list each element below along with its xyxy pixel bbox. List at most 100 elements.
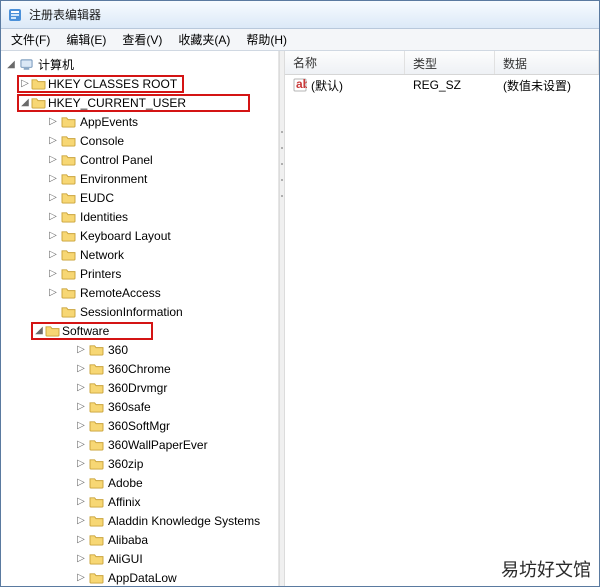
expand-icon[interactable]: ▷ (75, 363, 87, 375)
expand-icon[interactable]: ▷ (75, 553, 87, 565)
menu-view[interactable]: 查看(V) (116, 29, 168, 50)
tree-hkcr[interactable]: ▷ HKEY CLASSES ROOT (19, 74, 278, 93)
tree-item[interactable]: ▷Console (47, 131, 278, 150)
folder-icon (89, 343, 104, 356)
menu-help[interactable]: 帮助(H) (240, 29, 293, 50)
col-header-type[interactable]: 类型 (405, 51, 495, 74)
window-title: 注册表编辑器 (29, 6, 101, 23)
tree-label: AppDataLow (106, 571, 179, 585)
tree-hkcu[interactable]: ◢ HKEY_CURRENT_USER (19, 93, 278, 112)
collapse-icon[interactable]: ◢ (5, 59, 17, 71)
tree-label: 360 (106, 343, 130, 357)
tree-item[interactable]: ▷Keyboard Layout (47, 226, 278, 245)
tree-label: 360Drvmgr (106, 381, 169, 395)
expand-icon[interactable]: ▷ (75, 572, 87, 584)
tree-item[interactable]: ▷ Control Panel (47, 150, 278, 169)
expand-icon[interactable]: ▷ (47, 268, 59, 280)
menu-file[interactable]: 文件(F) (5, 29, 56, 50)
expand-icon[interactable]: ▷ (75, 401, 87, 413)
folder-icon (61, 115, 76, 128)
col-header-data[interactable]: 数据 (495, 51, 599, 74)
expand-icon[interactable]: ▷ (75, 515, 87, 527)
folder-icon (89, 362, 104, 375)
tree-label: AppEvents (78, 115, 140, 129)
expand-icon[interactable]: ▷ (47, 173, 59, 185)
tree-item[interactable]: ▷ 360Drvmgr (75, 378, 278, 397)
expand-icon[interactable]: ▷ (47, 211, 59, 223)
tree-label: Affinix (106, 495, 142, 509)
tree-label: 360safe (106, 400, 153, 414)
tree-label: 360zip (106, 457, 145, 471)
folder-icon (61, 305, 76, 318)
titlebar: 注册表编辑器 (1, 1, 599, 29)
tree-item[interactable]: ▷ Identities (47, 207, 278, 226)
expand-icon[interactable]: ▷ (75, 344, 87, 356)
expand-icon[interactable]: ▷ (75, 420, 87, 432)
tree-label: Control Panel (78, 153, 155, 167)
tree-label: 计算机 (36, 56, 76, 73)
tree-root[interactable]: ◢ 计算机 (5, 55, 278, 74)
tree-item[interactable]: ▷SessionInformation (47, 302, 278, 321)
tree-item[interactable]: ▷EUDC (47, 188, 278, 207)
content-area: ◢ 计算机 ▷ HKEY CLASSES ROOT (1, 51, 599, 586)
menu-edit[interactable]: 编辑(E) (60, 29, 112, 50)
col-header-name[interactable]: 名称 (285, 51, 405, 74)
tree-label: HKEY CLASSES ROOT (46, 77, 179, 91)
collapse-icon[interactable]: ◢ (19, 97, 31, 109)
expand-icon[interactable]: ▷ (47, 154, 59, 166)
expand-icon[interactable]: ▷ (75, 458, 87, 470)
tree-item[interactable]: ▷ AppDataLow (75, 568, 278, 586)
tree-item[interactable]: ▷ RemoteAccess (47, 283, 278, 302)
regedit-window: 注册表编辑器 文件(F) 编辑(E) 查看(V) 收藏夹(A) 帮助(H) ◢ … (0, 0, 600, 587)
expand-icon[interactable]: ▷ (19, 78, 31, 90)
expand-icon[interactable]: ▷ (75, 382, 87, 394)
tree-item[interactable]: ▷ AliGUI (75, 549, 278, 568)
folder-icon (61, 286, 76, 299)
highlight-box: ◢ Software (31, 322, 153, 340)
expand-icon[interactable]: ▷ (75, 477, 87, 489)
folder-icon (31, 77, 46, 90)
tree-item[interactable]: ▷ Affinix (75, 492, 278, 511)
tree-label: Identities (78, 210, 130, 224)
tree-item[interactable]: ▷ 360 (75, 340, 278, 359)
regedit-icon (7, 7, 23, 23)
list-body[interactable]: ab (默认) REG_SZ (数值未设置) (285, 75, 599, 586)
expand-icon[interactable]: ▷ (47, 230, 59, 242)
tree-item[interactable]: ▷ Alibaba (75, 530, 278, 549)
folder-icon (89, 552, 104, 565)
tree-item[interactable]: ▷Network (47, 245, 278, 264)
expand-icon[interactable]: ▷ (47, 192, 59, 204)
tree-software[interactable]: ◢ Software (33, 321, 278, 340)
computer-icon (19, 58, 34, 71)
expand-icon[interactable]: ▷ (47, 287, 59, 299)
tree-item[interactable]: ▷360SoftMgr (75, 416, 278, 435)
folder-icon (89, 514, 104, 527)
tree-item[interactable]: ▷360Chrome (75, 359, 278, 378)
tree-item[interactable]: ▷Environment (47, 169, 278, 188)
expand-icon[interactable]: ▷ (47, 135, 59, 147)
expand-icon[interactable]: ▷ (75, 534, 87, 546)
collapse-icon[interactable]: ◢ (33, 325, 45, 337)
folder-icon (61, 229, 76, 242)
menubar: 文件(F) 编辑(E) 查看(V) 收藏夹(A) 帮助(H) (1, 29, 599, 51)
tree-item[interactable]: ▷360WallPaperEver (75, 435, 278, 454)
tree-item[interactable]: ▷Printers (47, 264, 278, 283)
expand-icon[interactable]: ▷ (47, 116, 59, 128)
tree-item[interactable]: ▷ Adobe (75, 473, 278, 492)
list-header: 名称 类型 数据 (285, 51, 599, 75)
tree-label: Adobe (106, 476, 145, 490)
tree-item[interactable]: ▷ 360zip (75, 454, 278, 473)
tree-item[interactable]: ▷Aladdin Knowledge Systems (75, 511, 278, 530)
list-row[interactable]: ab (默认) REG_SZ (数值未设置) (285, 75, 599, 95)
tree-label: Alibaba (106, 533, 150, 547)
tree-item[interactable]: ▷ 360safe (75, 397, 278, 416)
expand-icon[interactable]: ▷ (47, 249, 59, 261)
tree-label: AliGUI (106, 552, 145, 566)
svg-text:ab: ab (296, 78, 307, 91)
tree-item[interactable]: ▷ AppEvents (47, 112, 278, 131)
menu-favorites[interactable]: 收藏夹(A) (172, 29, 236, 50)
tree-label: RemoteAccess (78, 286, 163, 300)
expand-icon[interactable]: ▷ (75, 439, 87, 451)
expand-icon[interactable]: ▷ (75, 496, 87, 508)
tree-pane[interactable]: ◢ 计算机 ▷ HKEY CLASSES ROOT (1, 51, 279, 586)
